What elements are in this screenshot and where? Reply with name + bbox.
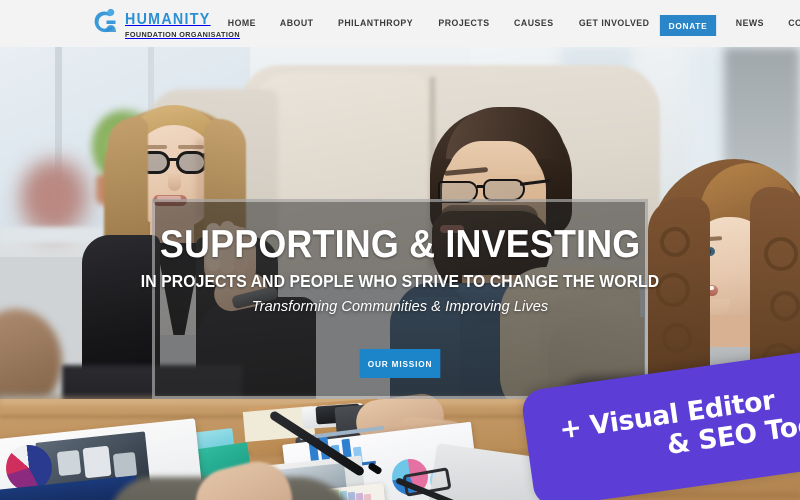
- site-header: HUMANITY FOUNDATION ORGANISATION HOME AB…: [0, 0, 800, 47]
- page-root: HUMANITY FOUNDATION ORGANISATION HOME AB…: [0, 0, 800, 500]
- donate-button[interactable]: DONATE: [659, 15, 717, 36]
- nav-item-projects[interactable]: PROJECTS: [428, 0, 500, 47]
- nav-item-get-involved[interactable]: GET INVOLVED: [568, 0, 660, 47]
- humanity-person-swirl-logo-icon: [92, 8, 119, 38]
- nav-item-home[interactable]: HOME: [217, 0, 266, 47]
- nav-item-news[interactable]: NEWS: [725, 0, 774, 47]
- nav-item-contact[interactable]: CONTACT: [778, 0, 800, 47]
- nav-item-philanthropy[interactable]: PHILANTHROPY: [328, 0, 424, 47]
- nav-item-about[interactable]: ABOUT: [269, 0, 324, 47]
- our-mission-button[interactable]: OUR MISSION: [359, 349, 441, 378]
- nav-item-causes[interactable]: CAUSES: [504, 0, 564, 47]
